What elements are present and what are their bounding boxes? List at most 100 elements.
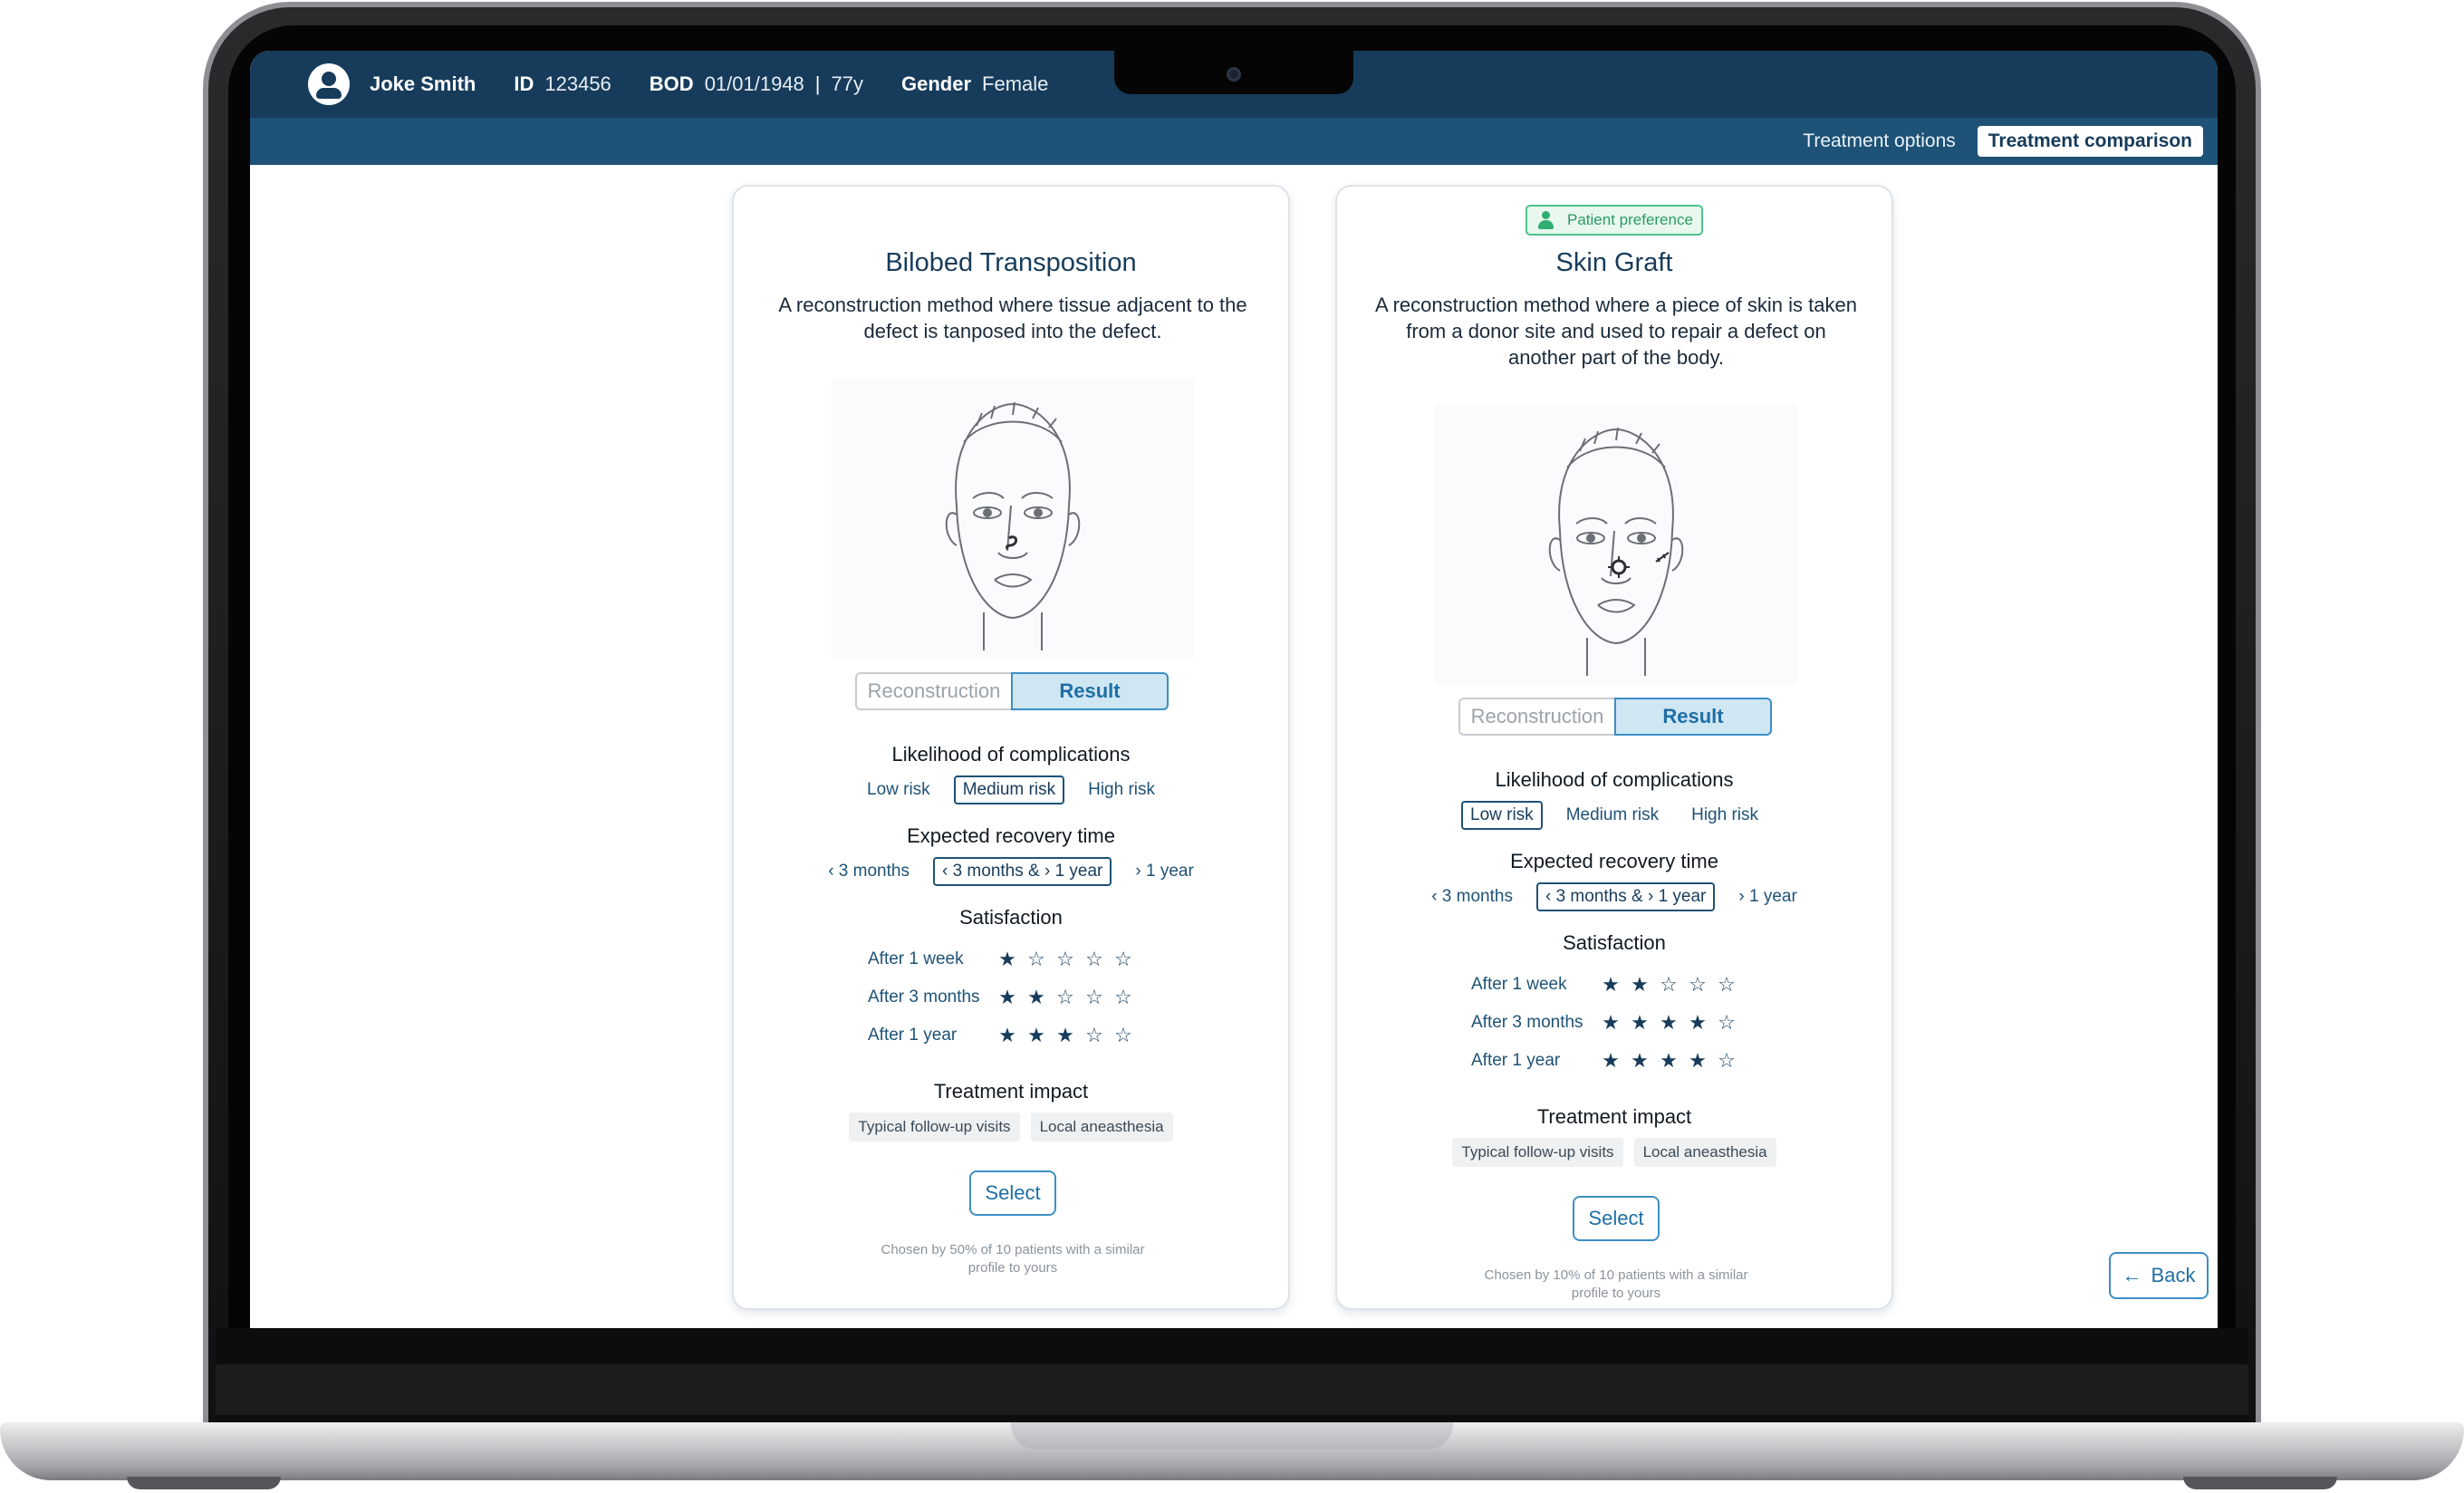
impact-chip: Typical follow-up visits: [849, 1113, 1020, 1141]
impact-chip: Local aneasthesia: [1633, 1138, 1776, 1167]
star-empty-icon: ☆: [1027, 948, 1045, 970]
card-title: Bilobed Transposition: [885, 248, 1137, 277]
treatment-card-skin-graft: Patient preference Skin Graft A reconstr…: [1335, 185, 1893, 1310]
patient-bod-value: 01/01/1948: [704, 72, 804, 95]
star-rating: ★ ★ ★ ☆ ☆: [998, 1026, 1132, 1045]
risk-option-medium[interactable]: Medium risk: [953, 775, 1065, 804]
laptop-foot-right: [2183, 1477, 2337, 1489]
satisfaction-row: After 1 week ★ ★ ☆ ☆ ☆: [1471, 971, 1779, 998]
patient-name: Joke Smith: [370, 72, 476, 95]
back-button[interactable]: ← Back: [2109, 1252, 2209, 1299]
patient-age: 77y: [831, 72, 863, 95]
risk-option-low[interactable]: Low risk: [1461, 801, 1543, 830]
star-empty-icon: ☆: [1056, 986, 1074, 1008]
star-rating: ★ ★ ★ ★ ☆: [1602, 1013, 1736, 1033]
star-empty-icon: ☆: [1085, 948, 1103, 970]
impact-heading: Treatment impact: [1536, 1105, 1692, 1128]
toggle-result[interactable]: Result: [1011, 672, 1169, 710]
view-toggle: Reconstruction Result: [1458, 698, 1772, 736]
star-filled-icon: ★: [1602, 973, 1620, 996]
recovery-option-medium[interactable]: ‹ 3 months & › 1 year: [1535, 882, 1716, 911]
laptop-base-notch: [1011, 1422, 1453, 1450]
impact-heading: Treatment impact: [933, 1080, 1089, 1103]
laptop-foot-left: [127, 1477, 281, 1489]
star-empty-icon: ☆: [1689, 973, 1707, 996]
recovery-option-long[interactable]: › 1 year: [1729, 882, 1805, 911]
star-empty-icon: ☆: [1114, 948, 1132, 970]
star-filled-icon: ★: [1056, 1024, 1074, 1046]
satisfaction-row: After 3 months ★ ★ ☆ ☆ ☆: [868, 984, 1176, 1011]
patient-bod-label: BOD: [649, 72, 694, 95]
choice-footnote: Chosen by 50% of 10 patients with a simi…: [881, 1242, 1145, 1276]
face-illustration: [1435, 404, 1797, 685]
face-illustration: [832, 379, 1194, 660]
star-filled-icon: ★: [1631, 1049, 1649, 1072]
select-button[interactable]: Select: [1573, 1196, 1660, 1241]
recovery-option-short[interactable]: ‹ 3 months: [1422, 882, 1522, 911]
patient-preference-badge: Patient preference: [1526, 205, 1703, 236]
satisfaction-row: After 1 year ★ ★ ★ ☆ ☆: [868, 1022, 1176, 1049]
user-circle-icon[interactable]: [308, 63, 350, 105]
star-filled-icon: ★: [1631, 1011, 1649, 1034]
tab-treatment-comparison[interactable]: Treatment comparison: [1977, 126, 2203, 157]
star-empty-icon: ☆: [1056, 948, 1074, 970]
star-rating: ★ ★ ★ ★ ☆: [1602, 1051, 1736, 1071]
star-rating: ★ ★ ☆ ☆ ☆: [998, 987, 1132, 1007]
select-button[interactable]: Select: [969, 1170, 1056, 1216]
star-filled-icon: ★: [998, 948, 1016, 970]
patient-id-label: ID: [514, 72, 534, 95]
back-label: Back: [2151, 1264, 2196, 1286]
satisfaction-label: After 1 week: [868, 949, 964, 968]
complications-options: Low risk Medium risk High risk: [734, 775, 1288, 804]
view-tabs: Treatment options Treatment comparison: [250, 118, 2218, 165]
satisfaction-label: After 1 week: [1471, 975, 1567, 994]
recovery-heading: Expected recovery time: [907, 824, 1115, 847]
complications-heading: Likelihood of complications: [891, 743, 1131, 766]
star-empty-icon: ☆: [1085, 986, 1103, 1008]
risk-option-low[interactable]: Low risk: [858, 775, 939, 804]
satisfaction-label: After 1 year: [868, 1026, 958, 1045]
view-toggle: Reconstruction Result: [855, 672, 1169, 710]
impact-chip: Local aneasthesia: [1030, 1113, 1173, 1141]
star-filled-icon: ★: [1689, 1011, 1707, 1034]
toggle-result[interactable]: Result: [1614, 698, 1772, 736]
app-screen: Joke Smith ID 123456 BOD 01/01/1948 | 77…: [250, 51, 2218, 1328]
star-filled-icon: ★: [1027, 986, 1045, 1008]
star-empty-icon: ☆: [1085, 1024, 1103, 1046]
satisfaction-label: After 3 months: [868, 987, 980, 1007]
patient-gender-label: Gender: [901, 72, 972, 95]
toggle-reconstruction[interactable]: Reconstruction: [855, 672, 1011, 710]
tab-treatment-options[interactable]: Treatment options: [1792, 126, 1966, 157]
star-empty-icon: ☆: [1114, 986, 1132, 1008]
complications-heading: Likelihood of complications: [1495, 768, 1734, 791]
face-drawing: [945, 401, 1081, 650]
card-title: Skin Graft: [1555, 248, 1673, 277]
star-filled-icon: ★: [1027, 1024, 1045, 1046]
camera-notch: [1114, 51, 1353, 94]
lower-bezel: [216, 1328, 2248, 1422]
star-filled-icon: ★: [998, 1024, 1016, 1046]
star-empty-icon: ☆: [1718, 1049, 1736, 1072]
impact-chips: Typical follow-up visits Local aneasthes…: [1337, 1138, 1891, 1167]
satisfaction-label: After 1 year: [1471, 1051, 1561, 1070]
risk-option-high[interactable]: High risk: [1079, 775, 1164, 804]
star-filled-icon: ★: [1689, 1049, 1707, 1072]
patient-id-value: 123456: [544, 72, 611, 95]
star-filled-icon: ★: [1602, 1049, 1620, 1072]
toggle-reconstruction[interactable]: Reconstruction: [1458, 698, 1614, 736]
satisfaction-heading: Satisfaction: [959, 906, 1063, 929]
impact-chips: Typical follow-up visits Local aneasthes…: [734, 1113, 1288, 1141]
risk-option-medium[interactable]: Medium risk: [1557, 801, 1668, 830]
risk-option-high[interactable]: High risk: [1682, 801, 1767, 830]
star-empty-icon: ☆: [1660, 973, 1678, 996]
satisfaction-row: After 1 year ★ ★ ★ ★ ☆: [1471, 1047, 1779, 1074]
patient-gender-value: Female: [982, 72, 1049, 95]
choice-footnote: Chosen by 10% of 10 patients with a simi…: [1484, 1267, 1748, 1301]
recovery-option-medium[interactable]: ‹ 3 months & › 1 year: [932, 857, 1112, 886]
patient-preference-label: Patient preference: [1567, 211, 1693, 228]
patient-separator: |: [814, 72, 821, 95]
star-rating: ★ ★ ☆ ☆ ☆: [1602, 975, 1736, 995]
recovery-option-long[interactable]: › 1 year: [1126, 857, 1202, 886]
recovery-option-short[interactable]: ‹ 3 months: [819, 857, 919, 886]
star-empty-icon: ☆: [1718, 1011, 1736, 1034]
